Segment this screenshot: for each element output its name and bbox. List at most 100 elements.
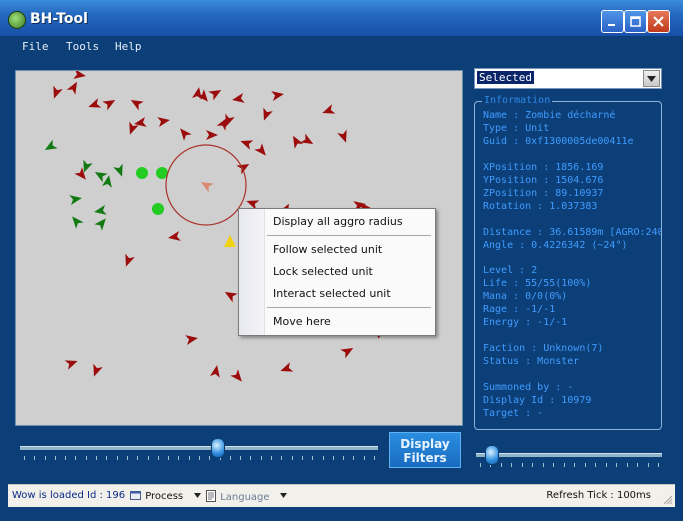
slider-tick xyxy=(353,456,355,460)
target-marker-icon[interactable] xyxy=(224,235,236,247)
slider-thumb[interactable] xyxy=(210,438,225,458)
friendly-unit-icon[interactable] xyxy=(102,174,114,188)
menu-follow-selected-unit[interactable]: Follow selected unit xyxy=(273,243,382,256)
language-dropdown[interactable]: Language xyxy=(206,490,270,503)
hostile-unit-icon[interactable] xyxy=(73,71,87,81)
display-filters-button[interactable]: Display Filters xyxy=(389,432,461,468)
maximize-icon xyxy=(630,16,641,27)
hostile-unit-icon[interactable] xyxy=(289,133,304,149)
slider-tick xyxy=(250,456,252,460)
menu-file[interactable]: File xyxy=(22,40,49,53)
hostile-unit-icon[interactable] xyxy=(254,143,269,159)
menu-lock-selected-unit[interactable]: Lock selected unit xyxy=(273,265,373,278)
slider-tick xyxy=(168,456,170,460)
hostile-unit-icon[interactable] xyxy=(279,362,294,376)
hostile-unit-icon[interactable] xyxy=(87,98,102,112)
minimize-icon xyxy=(608,24,615,26)
menu-tools[interactable]: Tools xyxy=(66,40,99,53)
hostile-unit-icon[interactable] xyxy=(231,93,245,105)
friendly-unit-icon[interactable] xyxy=(93,205,107,217)
hostile-unit-icon[interactable] xyxy=(167,231,181,243)
slider-tick xyxy=(137,456,139,460)
slider-tick xyxy=(271,456,273,460)
menu-move-here[interactable]: Move here xyxy=(273,315,331,328)
context-separator xyxy=(267,235,431,236)
hostile-unit-icon[interactable] xyxy=(321,104,336,118)
slider-tick xyxy=(500,463,502,467)
menu-interact-selected-unit[interactable]: Interact selected unit xyxy=(273,287,391,300)
resize-grip-icon[interactable] xyxy=(661,493,673,505)
wow-loaded-status: Wow is loaded Id : 196 xyxy=(12,490,126,501)
slider-tick xyxy=(240,456,242,460)
hostile-unit-icon[interactable] xyxy=(64,356,80,370)
hostile-unit-icon[interactable] xyxy=(337,129,351,145)
slider-tick xyxy=(106,456,108,460)
hostile-unit-icon[interactable] xyxy=(49,85,63,101)
hostile-unit-icon[interactable] xyxy=(210,364,222,378)
hostile-unit-icon[interactable] xyxy=(128,96,144,111)
slider-tick xyxy=(178,456,180,460)
menu-help[interactable]: Help xyxy=(115,40,142,53)
context-separator xyxy=(267,307,431,308)
hostile-unit-icon[interactable] xyxy=(222,288,238,303)
menu-display-aggro-radius[interactable]: Display all aggro radius xyxy=(273,215,403,228)
friendly-unit-icon[interactable] xyxy=(94,215,109,231)
friendly-unit-icon[interactable] xyxy=(68,213,84,229)
filter-dropdown-button[interactable] xyxy=(643,70,660,87)
hostile-unit-icon[interactable] xyxy=(206,130,218,140)
information-legend: Information xyxy=(482,95,553,106)
hostile-unit-icon[interactable] xyxy=(208,86,223,101)
friendly-unit-icon[interactable] xyxy=(113,163,127,179)
hostile-unit-icon[interactable] xyxy=(300,133,315,149)
hostile-unit-icon[interactable] xyxy=(66,79,82,95)
hostile-unit-icon[interactable] xyxy=(89,363,103,379)
hostile-unit-icon[interactable] xyxy=(340,344,355,359)
process-dropdown-arrow[interactable] xyxy=(194,490,201,501)
hostile-unit-icon[interactable] xyxy=(102,96,117,111)
window-title: BH-Tool xyxy=(30,11,88,27)
close-button[interactable] xyxy=(647,10,670,33)
slider-tick xyxy=(511,463,513,467)
filter-select[interactable]: Selected xyxy=(474,68,662,89)
slider-track[interactable] xyxy=(20,446,378,450)
selected-unit-icon[interactable] xyxy=(198,178,214,193)
slider-tick xyxy=(34,456,36,460)
hostile-unit-icon[interactable] xyxy=(121,253,135,269)
friendly-unit-icon[interactable] xyxy=(42,139,58,155)
hostile-unit-icon[interactable] xyxy=(185,333,199,345)
slider-tick xyxy=(637,463,639,467)
info-line: Faction : Unknown(7) xyxy=(483,343,604,355)
info-line: Rage : -1/-1 xyxy=(483,304,556,316)
slider-thumb[interactable] xyxy=(484,445,499,465)
hostile-unit-icon[interactable] xyxy=(259,107,273,123)
title-bar[interactable]: BH-Tool xyxy=(0,0,683,36)
maximize-button[interactable] xyxy=(624,10,647,33)
friendly-player-dot[interactable] xyxy=(136,167,148,179)
context-menu: Display all aggro radius Follow selected… xyxy=(238,208,436,336)
hostile-unit-icon[interactable] xyxy=(239,136,254,150)
slider-tick xyxy=(584,463,586,467)
friendly-unit-icon[interactable] xyxy=(92,168,108,183)
minimize-button[interactable] xyxy=(601,10,624,33)
slider-tick xyxy=(532,463,534,467)
chevron-down-icon xyxy=(194,493,201,498)
hostile-unit-icon[interactable] xyxy=(157,115,171,127)
slider-tick xyxy=(542,463,544,467)
hostile-unit-icon[interactable] xyxy=(271,89,285,101)
hostile-unit-icon[interactable] xyxy=(230,369,245,385)
display-filters-label-1: Display xyxy=(400,437,450,451)
slider-tick xyxy=(147,456,149,460)
friendly-unit-icon[interactable] xyxy=(69,193,83,205)
hostile-unit-icon[interactable] xyxy=(176,125,192,141)
display-filters-label-2: Filters xyxy=(403,451,447,465)
slider-tick xyxy=(363,456,365,460)
process-icon xyxy=(130,491,141,500)
language-dropdown-arrow[interactable] xyxy=(280,490,287,501)
slider-tick xyxy=(521,463,523,467)
slider-track[interactable] xyxy=(476,453,662,457)
slider-tick xyxy=(188,456,190,460)
friendly-player-dot[interactable] xyxy=(152,203,164,215)
hostile-unit-icon[interactable] xyxy=(74,167,89,183)
slider-tick xyxy=(301,456,303,460)
process-dropdown[interactable]: Process xyxy=(130,490,183,502)
